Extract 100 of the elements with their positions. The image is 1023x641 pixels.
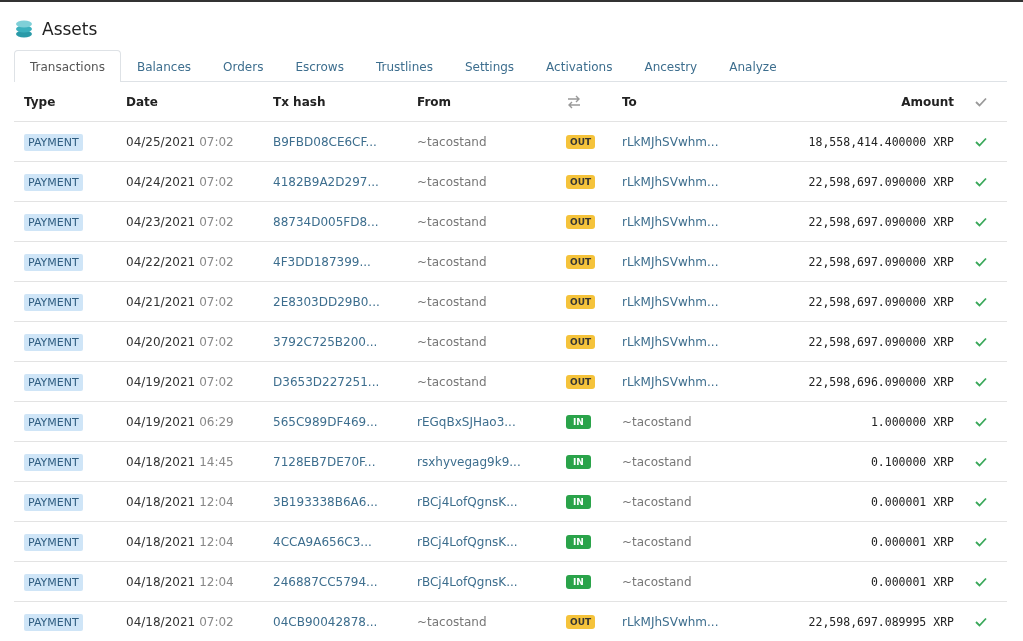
date-text: 04/20/2021: [126, 334, 196, 349]
type-tag: PAYMENT: [24, 213, 83, 231]
time-text: 07:02: [199, 214, 234, 229]
amount-text: 22,598,697.090000 XRP: [807, 254, 954, 269]
type-tag: PAYMENT: [24, 133, 83, 151]
amount-text: 22,598,697.090000 XRP: [807, 174, 954, 189]
column-header: Amount: [900, 94, 954, 109]
amount-text: 1.000000 XRP: [869, 414, 954, 429]
type-tag: PAYMENT: [24, 413, 83, 431]
time-text: 07:02: [199, 294, 234, 309]
date-text: 04/21/2021: [126, 294, 196, 309]
type-tag: PAYMENT: [24, 573, 83, 591]
amount-text: 22,598,697.090000 XRP: [807, 214, 954, 229]
direction-label: IN: [566, 414, 591, 429]
column-header: To: [622, 94, 638, 109]
from-link[interactable]: rEGqBxSJHao3...: [417, 414, 516, 429]
from-link[interactable]: rsxhyvegag9k9...: [417, 454, 521, 469]
account-name: ~tacostand: [417, 134, 487, 149]
direction-label: OUT: [566, 254, 596, 269]
account-name: ~tacostand: [417, 294, 487, 309]
account-name: ~tacostand: [622, 414, 692, 429]
coin-stack-icon: [14, 19, 34, 39]
type-tag: PAYMENT: [24, 293, 83, 311]
check-icon: [974, 96, 987, 107]
direction-label: OUT: [566, 334, 596, 349]
time-text: 12:04: [199, 534, 234, 549]
tab[interactable]: Escrows: [279, 50, 360, 82]
hash-link[interactable]: 2E8303DD29B0...: [273, 294, 380, 309]
date-text: 04/23/2021: [126, 214, 196, 229]
direction-label: OUT: [566, 614, 596, 629]
account-name: ~tacostand: [622, 574, 692, 589]
hash-link[interactable]: 4CCA9A656C3...: [273, 534, 372, 549]
hash-link[interactable]: B9FBD08CE6CF...: [273, 134, 377, 149]
direction-label: IN: [566, 494, 591, 509]
from-link[interactable]: rBCj4LofQgnsK...: [417, 494, 518, 509]
hash-link[interactable]: 4F3DD187399...: [273, 254, 371, 269]
amount-text: 0.000001 XRP: [869, 574, 954, 589]
column-header: Date: [126, 94, 159, 109]
tab[interactable]: Activations: [530, 50, 629, 82]
account-name: ~tacostand: [417, 254, 487, 269]
date-text: 04/24/2021: [126, 174, 196, 189]
tab[interactable]: Settings: [448, 50, 531, 82]
page-title: Assets: [42, 19, 98, 39]
date-text: 04/18/2021: [126, 454, 196, 469]
tab[interactable]: Trustlines: [359, 50, 449, 82]
direction-label: IN: [566, 574, 591, 589]
direction-label: IN: [566, 534, 591, 549]
tab[interactable]: Transactions: [14, 50, 121, 82]
time-text: 07:02: [199, 134, 234, 149]
date-text: 04/22/2021: [126, 254, 196, 269]
type-tag: PAYMENT: [24, 613, 83, 631]
to-link[interactable]: rLkMJhSVwhm...: [622, 174, 719, 189]
hash-link[interactable]: 88734D005FD8...: [273, 214, 379, 229]
hash-link[interactable]: 7128EB7DE70F...: [273, 454, 376, 469]
account-name: ~tacostand: [622, 454, 692, 469]
tab[interactable]: Balances: [120, 50, 208, 82]
time-text: 07:02: [199, 614, 234, 629]
account-name: ~tacostand: [622, 494, 692, 509]
hash-link[interactable]: D3653D227251...: [273, 374, 380, 389]
amount-text: 0.100000 XRP: [869, 454, 954, 469]
column-header: Type: [24, 94, 57, 109]
type-tag: PAYMENT: [24, 253, 83, 271]
hash-link[interactable]: 4182B9A2D297...: [273, 174, 379, 189]
amount-text: 0.000001 XRP: [869, 494, 954, 509]
hash-link[interactable]: 3792C725B200...: [273, 334, 378, 349]
to-link[interactable]: rLkMJhSVwhm...: [622, 374, 719, 389]
column-header: Tx hash: [273, 94, 327, 109]
account-name: ~tacostand: [417, 214, 487, 229]
account-name: ~tacostand: [417, 614, 487, 629]
to-link[interactable]: rLkMJhSVwhm...: [622, 214, 719, 229]
account-name: ~tacostand: [417, 174, 487, 189]
tab[interactable]: Orders: [207, 50, 280, 82]
to-link[interactable]: rLkMJhSVwhm...: [622, 334, 719, 349]
date-text: 04/25/2021: [126, 134, 196, 149]
date-text: 04/19/2021: [126, 374, 196, 389]
time-text: 12:04: [199, 574, 234, 589]
hash-link[interactable]: 04CB90042878...: [273, 614, 378, 629]
to-link[interactable]: rLkMJhSVwhm...: [622, 294, 719, 309]
account-name: ~tacostand: [417, 374, 487, 389]
time-text: 07:02: [199, 374, 234, 389]
to-link[interactable]: rLkMJhSVwhm...: [622, 614, 719, 629]
time-text: 07:02: [199, 254, 234, 269]
tab[interactable]: Ancestry: [628, 50, 714, 82]
direction-label: OUT: [566, 214, 596, 229]
direction-label: OUT: [566, 374, 596, 389]
to-link[interactable]: rLkMJhSVwhm...: [622, 134, 719, 149]
from-link[interactable]: rBCj4LofQgnsK...: [417, 574, 518, 589]
hash-link[interactable]: 3B193338B6A6...: [273, 494, 378, 509]
hash-link[interactable]: 565C989DF469...: [273, 414, 378, 429]
tab[interactable]: Analyze: [713, 50, 793, 82]
date-text: 04/18/2021: [126, 574, 196, 589]
to-link[interactable]: rLkMJhSVwhm...: [622, 254, 719, 269]
swap-arrows-icon: [566, 94, 582, 109]
direction-label: IN: [566, 454, 591, 469]
hash-link[interactable]: 246887CC5794...: [273, 574, 378, 589]
type-tag: PAYMENT: [24, 453, 83, 471]
time-text: 14:45: [199, 454, 234, 469]
type-tag: PAYMENT: [24, 373, 83, 391]
from-link[interactable]: rBCj4LofQgnsK...: [417, 534, 518, 549]
account-name: ~tacostand: [622, 534, 692, 549]
